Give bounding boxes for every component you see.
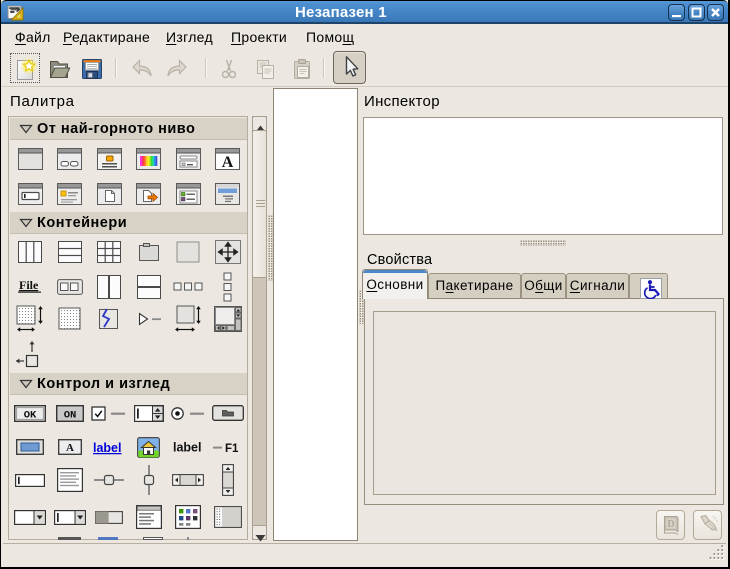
svg-text:A: A bbox=[222, 154, 234, 170]
svg-text:label: label bbox=[93, 441, 122, 455]
svg-text:label: label bbox=[173, 441, 202, 455]
svg-text:D: D bbox=[667, 519, 674, 530]
svg-text:F1: F1 bbox=[225, 443, 239, 454]
svg-text:ON: ON bbox=[63, 409, 76, 421]
svg-text:A: A bbox=[66, 442, 74, 454]
svg-text:OK: OK bbox=[24, 409, 37, 421]
svg-text:File: File bbox=[19, 278, 39, 292]
